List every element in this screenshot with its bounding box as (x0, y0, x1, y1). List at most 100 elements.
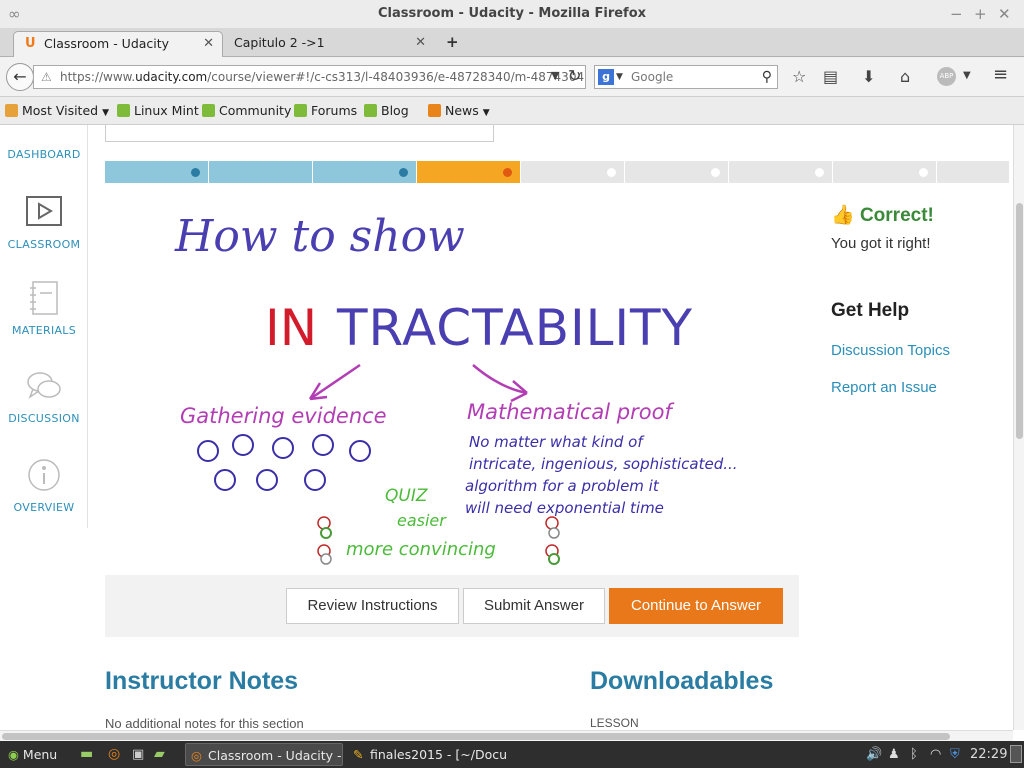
easier-label: easier (397, 511, 447, 530)
close-tab-icon[interactable]: ✕ (415, 31, 426, 55)
bookmark-news[interactable]: News ▼ (428, 103, 490, 118)
radio-option[interactable] (545, 516, 559, 530)
reload-icon[interactable]: ↻ (568, 66, 581, 85)
chat-bubbles-icon (27, 372, 61, 399)
workspace-icon[interactable] (1010, 745, 1022, 763)
label-gathering-evidence: Gathering evidence (180, 404, 387, 428)
report-issue-link[interactable]: Report an Issue (831, 379, 1011, 396)
sidebar-item-classroom[interactable]: CLASSROOM (0, 195, 88, 251)
shield-icon[interactable]: ⛨ (950, 741, 960, 768)
radio-option[interactable] (548, 527, 560, 539)
minimize-icon[interactable]: − (950, 0, 963, 28)
horizontal-scrollbar[interactable] (0, 730, 1013, 741)
google-g-icon[interactable]: g (598, 69, 614, 85)
url-bar[interactable]: ⚠ https://www.udacity.com/course/viewer#… (33, 65, 586, 89)
progress-segment-todo[interactable] (729, 161, 832, 183)
url-dropdown-icon[interactable]: ▼ (551, 69, 559, 82)
get-help-title: Get Help (831, 300, 910, 321)
bookmark-linux-mint[interactable]: Linux Mint (117, 103, 199, 118)
submit-answer-button[interactable]: Submit Answer (463, 588, 605, 624)
tab-classroom[interactable]: U Classroom - Udacity ✕ (13, 31, 223, 57)
bookmark-community[interactable]: Community (202, 103, 291, 118)
vertical-scrollbar[interactable] (1013, 125, 1024, 730)
sidebar-item-label: OVERVIEW (13, 501, 75, 514)
back-icon[interactable]: ← (6, 63, 34, 91)
url-path: /course/viewer#!/c-cs313/l-48403936/e-48… (207, 70, 586, 84)
progress-segment-todo[interactable] (937, 161, 1009, 183)
bookmark-blog[interactable]: Blog (364, 103, 409, 118)
progress-segment-done[interactable] (105, 161, 208, 183)
wifi-icon[interactable]: ◠ (930, 741, 941, 768)
radio-option-selected[interactable] (548, 553, 560, 565)
progress-segment-done[interactable] (209, 161, 312, 183)
sidebar-item-label: MATERIALS (11, 324, 77, 337)
search-bar[interactable]: g ▼ Google ⚲ (594, 65, 778, 89)
warning-icon[interactable]: ⚠ (41, 66, 52, 88)
scrollbar-thumb[interactable] (2, 733, 950, 740)
bookmark-most-visited[interactable]: Most Visited ▼ (5, 103, 109, 118)
files-launcher-icon[interactable]: ▰ (154, 741, 165, 768)
bluetooth-icon[interactable]: ᛒ (910, 741, 918, 768)
close-tab-icon[interactable]: ✕ (203, 32, 214, 56)
radio-option[interactable] (317, 516, 331, 530)
progress-bar (105, 161, 1009, 183)
review-instructions-button[interactable]: Review Instructions (286, 588, 459, 624)
user-icon[interactable]: ♟ (888, 741, 900, 768)
firefox-launcher-icon[interactable]: ◎ (108, 741, 120, 768)
progress-segment-current[interactable] (417, 161, 520, 183)
sidebar-item-discussion[interactable]: DISCUSSION (0, 369, 88, 425)
progress-segment-todo[interactable] (521, 161, 624, 183)
bookmarks-list-icon[interactable]: ▤ (823, 67, 838, 86)
taskbar-window-finales[interactable]: ✎ finales2015 - [~/Docu... (348, 743, 506, 766)
radio-option-selected[interactable] (320, 527, 332, 539)
close-window-icon[interactable]: ✕ (998, 0, 1011, 28)
tab-capitulo[interactable]: Capitulo 2 ->1 ✕ (224, 31, 434, 57)
downloads-icon[interactable]: ⬇ (862, 67, 875, 86)
continue-to-answer-button[interactable]: Continue to Answer (609, 588, 783, 624)
proof-line: No matter what kind of (469, 433, 645, 451)
rss-icon (428, 104, 441, 117)
bookmark-star-icon[interactable]: ☆ (792, 67, 806, 86)
window-menu-icon[interactable]: ∞ (8, 0, 21, 28)
taskbar-window-classroom[interactable]: ◎ Classroom - Udacity - ... (185, 743, 343, 766)
search-placeholder: Google (631, 70, 674, 84)
maximize-icon[interactable]: + (974, 0, 987, 28)
show-desktop-icon[interactable]: ▬ (80, 741, 93, 768)
sidebar-item-dashboard[interactable]: DASHBOARD (0, 148, 88, 161)
bookmark-forums[interactable]: Forums (294, 103, 357, 118)
lesson-selector[interactable] (105, 125, 494, 142)
firefox-icon: ◎ (191, 748, 202, 763)
home-icon[interactable]: ⌂ (900, 67, 910, 86)
adblock-icon[interactable]: ABP (937, 67, 956, 86)
adblock-dropdown-icon[interactable]: ▼ (963, 70, 971, 81)
downloadables-text: LESSON (590, 716, 639, 730)
volume-icon[interactable]: 🔊 (866, 741, 882, 768)
info-icon (28, 459, 60, 491)
terminal-launcher-icon[interactable]: ▣ (132, 741, 144, 768)
scrollbar-thumb[interactable] (1016, 203, 1023, 439)
radio-option[interactable] (320, 553, 332, 565)
search-engine-dropdown-icon[interactable]: ▼ (616, 66, 623, 88)
progress-segment-todo[interactable] (625, 161, 728, 183)
lecture-video[interactable]: How to show IN TRACTABILITY Gathering ev… (105, 183, 798, 575)
slide-title: How to show (174, 211, 465, 262)
hamburger-menu-icon[interactable]: ≡ (993, 64, 1008, 85)
instructor-notes-text: No additional notes for this section (105, 716, 304, 730)
editor-icon: ✎ (353, 747, 364, 762)
label-mathematical-proof: Mathematical proof (467, 400, 675, 424)
bookmark-label: Forums (311, 103, 358, 118)
new-tab-icon[interactable]: + (446, 33, 459, 51)
start-menu-button[interactable]: ◉ Menu (8, 741, 57, 768)
sidebar-item-materials[interactable]: MATERIALS (0, 281, 88, 337)
discussion-topics-link[interactable]: Discussion Topics (831, 342, 1011, 359)
search-icon[interactable]: ⚲ (762, 66, 772, 88)
url-prefix: https://www. (60, 70, 136, 84)
whiteboard-drawing: How to show IN TRACTABILITY Gathering ev… (174, 211, 738, 565)
more-convincing-label: more convincing (346, 539, 496, 560)
progress-segment-done[interactable] (313, 161, 416, 183)
menu-label: Menu (22, 747, 58, 762)
sidebar-item-overview[interactable]: OVERVIEW (0, 458, 88, 514)
sidebar-item-label: DISCUSSION (8, 412, 80, 425)
progress-segment-todo[interactable] (833, 161, 936, 183)
clock[interactable]: 22:29 (970, 741, 1007, 768)
